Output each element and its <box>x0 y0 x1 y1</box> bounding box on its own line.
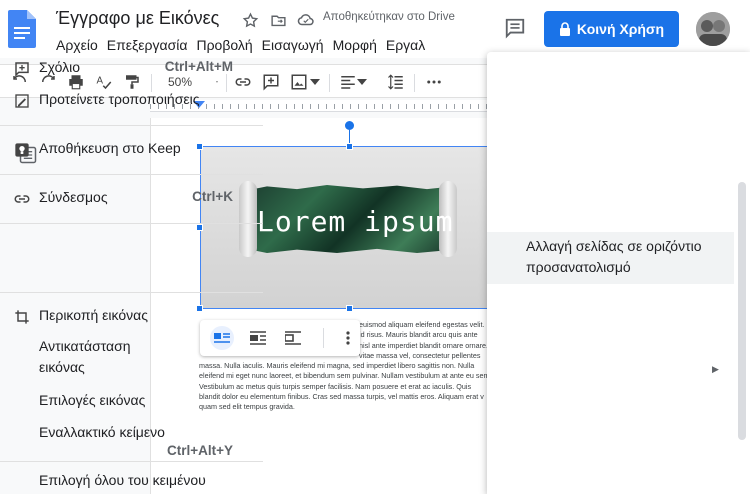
menu-item-crop-image[interactable]: Περικοπή εικόνας <box>0 307 263 327</box>
menu-divider <box>0 461 263 462</box>
more-options-icon[interactable] <box>424 72 444 92</box>
menu-file[interactable]: Αρχείο <box>56 37 107 53</box>
save-status[interactable]: Αποθηκεύτηκαν στο Drive <box>323 11 455 23</box>
menu-item-label-line2: προσανατολισμό <box>526 259 631 275</box>
rotate-handle[interactable] <box>345 121 354 130</box>
menu-item-link[interactable]: Σύνδεσμος Ctrl+K <box>0 189 263 209</box>
break-text-icon[interactable] <box>282 326 306 350</box>
document-title[interactable]: Έγγραφο με Εικόνες <box>56 8 219 29</box>
menu-item-label-line2: εικόνας <box>39 359 85 375</box>
line-spacing-icon[interactable] <box>386 72 406 92</box>
menu-insert[interactable]: Εισαγωγή <box>262 37 333 53</box>
menu-item-replace-image[interactable]: Αντικατάσταση εικόνας <box>0 338 263 378</box>
menu-item-shortcut: Ctrl+K <box>192 189 233 204</box>
menu-tools[interactable]: Εργαλ <box>386 37 434 53</box>
header: Έγγραφο με Εικόνες Αποθηκεύτηκαν στο Dri… <box>0 0 750 58</box>
chevron-down-icon[interactable] <box>309 72 321 92</box>
add-comment-icon <box>12 59 32 79</box>
align-left-icon[interactable] <box>338 72 358 92</box>
menu-divider <box>0 125 263 126</box>
menu-item-comment[interactable]: Σχόλιο Ctrl+Alt+M <box>0 59 263 79</box>
menu-item-suggest-edits[interactable]: Προτείνετε τροποποιήσεις <box>0 91 263 111</box>
text-line: Vestibulum ac metus quis turpis semper f… <box>199 381 472 391</box>
resize-handle-top[interactable] <box>346 143 353 150</box>
lock-icon <box>559 22 570 36</box>
menu-view[interactable]: Προβολή <box>196 37 261 53</box>
title-icons <box>240 10 316 30</box>
insert-image-icon[interactable] <box>289 72 309 92</box>
star-icon[interactable] <box>240 10 260 30</box>
selected-image[interactable]: Lorem ipsum <box>200 146 500 309</box>
menu-item-landscape-orientation[interactable]: Αλλαγή σελίδας σε οριζόντιο προσανατολισ… <box>487 232 734 284</box>
menu-divider <box>0 223 263 224</box>
suggest-edits-icon <box>12 91 32 111</box>
toolbar-divider <box>414 74 415 92</box>
menu-item-label: Επιλογές εικόνας <box>39 392 146 408</box>
submenu-arrow-icon: ▶ <box>712 364 719 374</box>
insert-comment-icon[interactable] <box>261 72 281 92</box>
menu-item-alt-text[interactable]: Εναλλακτικό κείμενο Ctrl+Alt+Y <box>0 424 263 460</box>
more-image-options-icon[interactable] <box>336 326 360 350</box>
share-button[interactable]: Κοινή Χρήση <box>544 11 679 47</box>
share-button-label: Κοινή Χρήση <box>576 21 665 37</box>
menu-item-label: Σύνδεσμος <box>39 189 108 205</box>
menu-item-shortcut: Ctrl+Alt+M <box>164 59 233 74</box>
toolbar-divider <box>329 74 330 92</box>
menu-item-label: Εναλλακτικό κείμενο <box>39 424 165 440</box>
wrap-toolbar-divider <box>323 328 325 348</box>
menu-divider <box>0 174 263 175</box>
google-docs-logo-icon[interactable] <box>8 10 36 48</box>
menu-item-shortcut: Ctrl+Alt+Y <box>166 443 233 458</box>
menu-format[interactable]: Μορφή <box>333 37 386 53</box>
menu-item-save-to-keep[interactable]: Αποθήκευση στο Keep <box>0 140 263 160</box>
header-actions: Κοινή Χρήση <box>460 0 750 58</box>
menu-edit[interactable]: Επεξεργασία <box>107 37 197 53</box>
resize-handle-bottom[interactable] <box>346 305 353 312</box>
menu-item-label: Προτείνετε τροποποιήσεις <box>39 91 200 107</box>
menu-item-label: Αποθήκευση στο Keep <box>39 140 181 156</box>
menu-item-image-options[interactable]: Επιλογές εικόνας <box>0 392 263 412</box>
menu-item-label-line1: Αλλαγή σελίδας σε οριζόντιο <box>526 238 702 254</box>
avatar[interactable] <box>696 12 730 46</box>
chevron-down-icon[interactable] <box>356 72 368 92</box>
resize-handle-left[interactable] <box>196 224 203 231</box>
menu-item-label-line1: Αντικατάσταση <box>39 338 131 354</box>
cloud-saved-icon[interactable] <box>296 10 316 30</box>
keep-icon <box>12 140 32 160</box>
menu-item-select-all-text[interactable]: Επιλογή όλου του κειμένου <box>0 472 263 492</box>
menu-item-label: Σχόλιο <box>39 59 81 75</box>
menu-item-label: Επιλογή όλου του κειμένου <box>39 472 206 488</box>
link-icon <box>12 189 32 209</box>
image-text: Lorem ipsum <box>257 205 454 238</box>
crop-icon <box>12 307 32 327</box>
move-to-folder-icon[interactable] <box>268 10 288 30</box>
comment-history-icon[interactable] <box>504 17 526 39</box>
chevron-down-icon <box>216 81 218 83</box>
menu-divider <box>0 292 263 293</box>
menu-scrollbar[interactable] <box>738 182 746 440</box>
menubar: Αρχείο Επεξεργασία Προβολή Εισαγωγή Μορφ… <box>56 37 434 53</box>
menu-item-label: Περικοπή εικόνας <box>39 307 148 323</box>
